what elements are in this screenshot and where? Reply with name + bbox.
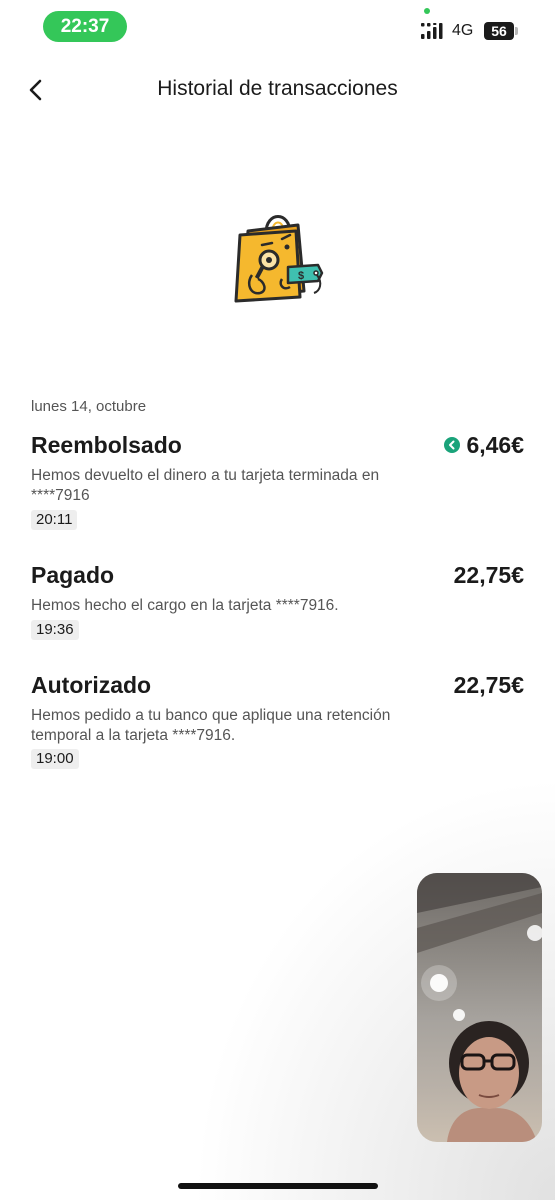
privacy-indicator-dot	[424, 8, 430, 14]
video-call-thumbnail[interactable]	[417, 873, 542, 1142]
shopping-bag-with-magnifier-and-price-tag-icon: $	[234, 215, 324, 303]
tag-symbol: $	[298, 270, 304, 282]
transaction-amount: 6,46€	[466, 432, 524, 458]
transaction-time: 20:11	[31, 510, 78, 530]
transaction-description: Hemos pedido a tu banco que aplique una …	[31, 707, 391, 744]
network-type: 4G	[452, 22, 474, 39]
transaction-title: Pagado	[31, 562, 115, 588]
home-indicator[interactable]	[178, 1183, 378, 1189]
video-frame	[417, 873, 542, 1142]
transaction-amount-group: 22,75€	[454, 560, 524, 590]
transaction-title: Reembolsado	[31, 432, 182, 458]
transaction-amount-group: 6,46€	[444, 430, 524, 460]
status-bar: 22:37 4G 56	[0, 0, 555, 56]
back-button[interactable]	[18, 72, 54, 108]
transaction-time: 19:36	[31, 620, 79, 640]
signal-strength-icon	[421, 23, 443, 39]
page-title: Historial de transacciones	[157, 77, 398, 100]
transaction-amount: 22,75€	[453, 562, 524, 588]
date-heading: lunes 14, octubre	[31, 398, 147, 415]
transaction-time: 19:00	[31, 749, 79, 769]
transaction-amount: 22,75€	[453, 672, 524, 698]
battery-icon: 56	[484, 22, 514, 40]
transaction-amount-group: 22,75€	[454, 670, 524, 700]
status-time[interactable]: 22:37	[43, 11, 127, 42]
transaction-description: Hemos hecho el cargo en la tarjeta ****7…	[31, 597, 339, 614]
transaction-description: Hemos devuelto el dinero a tu tarjeta te…	[31, 467, 380, 504]
battery-cap	[515, 27, 518, 35]
chevron-left-icon	[29, 79, 42, 101]
transaction-title: Autorizado	[31, 672, 152, 698]
arrow-left-circle-icon	[444, 437, 461, 453]
